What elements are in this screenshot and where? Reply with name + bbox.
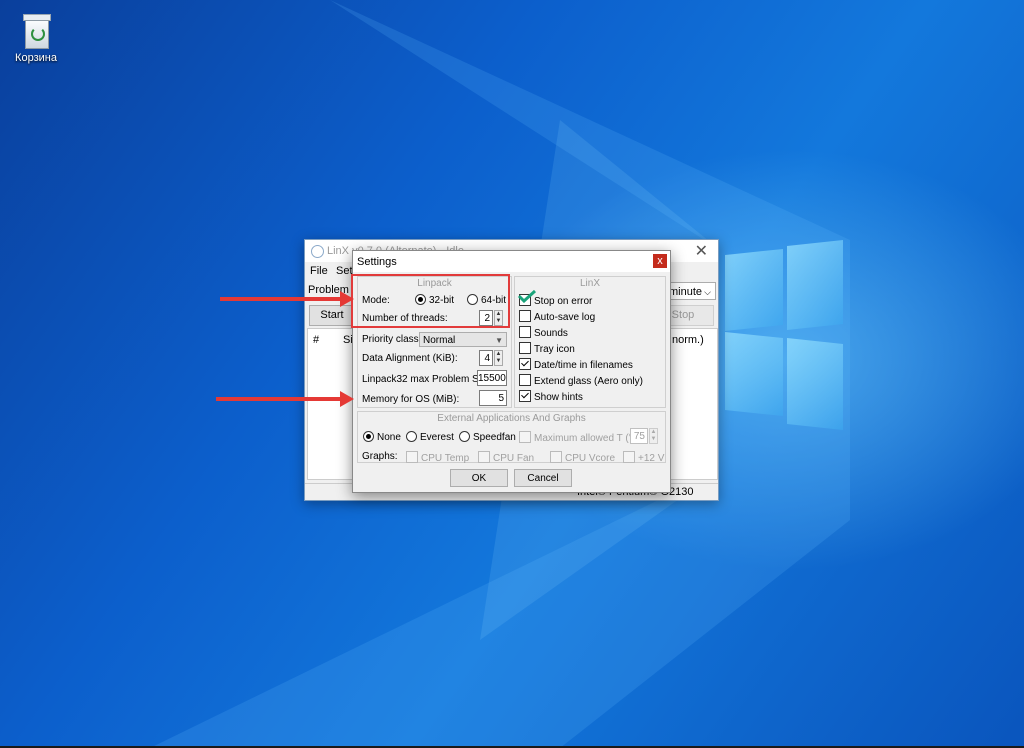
graph-cpu-temp[interactable]: CPU Temp <box>406 451 469 464</box>
recycle-bin[interactable]: Корзина <box>8 14 64 64</box>
ext-speedfan-radio[interactable]: Speedfan <box>459 431 516 443</box>
option-sounds[interactable]: Sounds <box>519 326 568 339</box>
option-label: Date/time in filenames <box>534 360 633 371</box>
graph-label: CPU Fan <box>493 453 535 464</box>
option-auto-save-log[interactable]: Auto-save log <box>519 310 595 323</box>
max-temp-spinner[interactable]: ▲ ▼ <box>649 428 658 444</box>
checkbox-icon <box>519 326 531 338</box>
graph-cpu-fan[interactable]: CPU Fan <box>478 451 534 464</box>
external-legend: External Applications And Graphs <box>437 413 586 424</box>
max-temp-input[interactable]: 75 <box>630 428 648 444</box>
close-icon[interactable]: ✕ <box>695 241 708 261</box>
graph-12v[interactable]: +12 V <box>623 451 664 464</box>
checkbox-icon <box>406 451 418 463</box>
option-datetime-filenames[interactable]: Date/time in filenames <box>519 358 633 371</box>
priority-value: Normal <box>423 335 456 346</box>
priority-label: Priority class: <box>362 334 422 345</box>
wallpaper-logo-pane <box>725 331 783 417</box>
option-tray-icon[interactable]: Tray icon <box>519 342 575 355</box>
chevron-down-icon: ⌵ <box>704 287 711 297</box>
ext-speedfan-label: Speedfan <box>473 432 516 443</box>
ext-none-label: None <box>377 432 401 443</box>
duration-unit-value: minute <box>669 286 703 298</box>
radio-icon <box>406 431 417 442</box>
radio-icon <box>459 431 470 442</box>
option-label: Auto-save log <box>534 312 596 323</box>
checkbox-icon <box>519 374 531 386</box>
ext-none-radio[interactable]: None <box>363 431 401 443</box>
graph-cpu-vcore[interactable]: CPU Vcore <box>550 451 615 464</box>
max-problem-label: Linpack32 max Problem Size: <box>362 374 495 385</box>
ok-button[interactable]: OK <box>450 469 508 487</box>
alignment-label: Data Alignment (KiB): <box>362 353 458 364</box>
checkbox-icon <box>550 451 562 463</box>
checkbox-icon <box>478 451 490 463</box>
option-extend-glass[interactable]: Extend glass (Aero only) <box>519 374 643 387</box>
spin-up-icon: ▲ <box>650 429 657 435</box>
checkbox-checked-icon <box>519 358 531 370</box>
start-button[interactable]: Start <box>309 305 355 326</box>
cursor-check-icon <box>517 289 537 303</box>
priority-select[interactable]: Normal ▼ <box>419 332 507 347</box>
alignment-spinner[interactable]: ▲ ▼ <box>494 350 503 366</box>
ext-everest-radio[interactable]: Everest <box>406 431 454 443</box>
graphs-label: Graphs: <box>362 451 398 462</box>
max-problem-input[interactable]: 15500 <box>477 370 507 386</box>
grid-header-gflops[interactable]: norm.) <box>672 334 704 346</box>
option-label: Show hints <box>534 392 583 403</box>
radio-selected-icon <box>363 431 374 442</box>
option-label: Stop on error <box>534 296 593 307</box>
duration-unit-select[interactable]: minute ⌵ <box>664 282 716 300</box>
grid-header-number[interactable]: # <box>313 334 319 346</box>
max-temp-checkbox[interactable]: Maximum allowed T (°C): <box>519 431 646 444</box>
wallpaper-logo-pane <box>787 338 843 430</box>
spin-down-icon: ▼ <box>650 436 657 442</box>
option-show-hints[interactable]: Show hints <box>519 390 583 403</box>
spin-down-icon: ▼ <box>495 358 502 364</box>
alignment-input[interactable]: 4 <box>479 350 493 366</box>
annotation-arrow <box>216 391 354 407</box>
annotation-arrow <box>220 291 354 307</box>
linx-legend: LinX <box>579 278 600 289</box>
wallpaper-logo-pane <box>787 240 843 330</box>
cancel-button[interactable]: Cancel <box>514 469 572 487</box>
graph-label: +12 V <box>638 453 665 464</box>
checkbox-icon <box>519 431 531 443</box>
mem-os-label: Memory for OS (MiB): <box>362 394 460 405</box>
menu-file[interactable]: File <box>310 265 328 277</box>
mem-os-input[interactable]: 5 <box>479 390 507 406</box>
spin-up-icon: ▲ <box>495 351 502 357</box>
highlight-box <box>351 274 510 328</box>
wallpaper-logo-pane <box>725 248 783 332</box>
linx-app-icon <box>311 245 324 258</box>
checkbox-checked-icon <box>519 390 531 402</box>
recycle-bin-icon <box>21 14 51 49</box>
ext-everest-label: Everest <box>420 432 454 443</box>
option-label: Extend glass (Aero only) <box>534 376 643 387</box>
checkbox-icon <box>519 342 531 354</box>
option-label: Sounds <box>534 328 568 339</box>
checkbox-icon <box>519 310 531 322</box>
recycle-bin-label: Корзина <box>15 52 57 64</box>
settings-title: Settings <box>357 256 397 268</box>
checkbox-icon <box>623 451 635 463</box>
close-icon[interactable]: x <box>653 254 667 268</box>
chevron-down-icon: ▼ <box>495 336 503 345</box>
graph-label: CPU Temp <box>421 453 470 464</box>
graph-label: CPU Vcore <box>565 453 616 464</box>
settings-titlebar[interactable]: Settings x <box>353 251 670 272</box>
option-label: Tray icon <box>534 344 575 355</box>
